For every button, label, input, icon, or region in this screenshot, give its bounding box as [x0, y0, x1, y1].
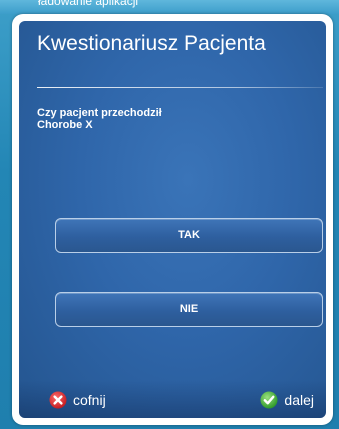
next-button[interactable]: dalej — [260, 391, 314, 409]
device-frame: Kwestionariusz Pacjenta Czy pacjent prze… — [12, 14, 333, 425]
answer-yes-button[interactable]: TAK — [55, 218, 323, 253]
bottom-nav-bar: cofnij dalej — [19, 380, 326, 418]
next-label: dalej — [284, 392, 314, 408]
back-button[interactable]: cofnij — [49, 391, 106, 409]
green-check-circle-icon — [260, 391, 278, 409]
top-strip: ładowanie aplikacji — [0, 0, 339, 14]
question-text: Czy pacjent przechodził Chorobe X — [37, 107, 162, 131]
questionnaire-panel: Kwestionariusz Pacjenta Czy pacjent prze… — [19, 21, 326, 418]
red-x-circle-icon — [49, 391, 67, 409]
loading-label: ładowanie aplikacji — [38, 0, 139, 8]
title-divider — [37, 87, 323, 88]
answer-no-button[interactable]: NIE — [55, 292, 323, 327]
back-label: cofnij — [73, 392, 106, 408]
page-title: Kwestionariusz Pacjenta — [37, 32, 266, 55]
app-background: ładowanie aplikacji Kwestionariusz Pacje… — [0, 0, 339, 429]
